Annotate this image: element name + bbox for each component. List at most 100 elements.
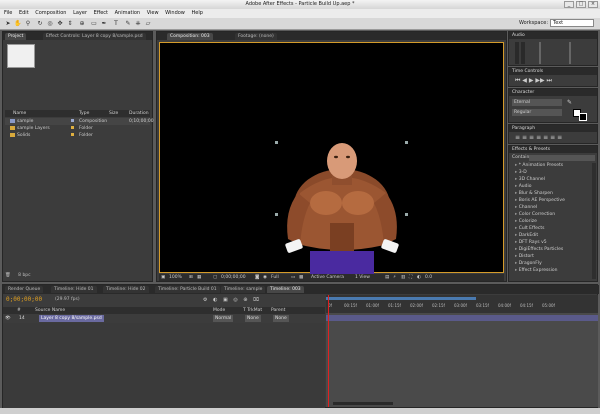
eyedropper-icon[interactable]: ✎ [567, 99, 572, 106]
eraser-tool-icon[interactable]: ▱ [144, 20, 152, 28]
list-item[interactable]: Solids Folder [5, 132, 150, 139]
region-of-interest-icon[interactable]: ▭ [291, 274, 295, 281]
menu-edit[interactable]: Edit [19, 10, 29, 16]
current-time-indicator[interactable] [328, 295, 329, 407]
eye-icon[interactable]: 👁 [5, 315, 11, 322]
reset-exposure-icon[interactable]: ◐ [417, 274, 421, 281]
hand-tool-icon[interactable]: ✋ [14, 20, 22, 28]
timeline-switch-icons[interactable]: ⚙ ◐ ▣ ◎ ⊕ ⌧ [203, 297, 261, 303]
timeline-icon[interactable]: ▥ [401, 274, 405, 281]
list-item[interactable]: 3-D [515, 170, 527, 176]
layer-name[interactable]: Layer 8 copy 8/sample.psd [39, 315, 104, 322]
list-item[interactable]: DigiEffects Particles [515, 247, 564, 253]
orbit-camera-icon[interactable]: ◎ [46, 20, 54, 28]
effects-search-input[interactable] [529, 155, 595, 161]
view-layout-select[interactable]: 1 View [355, 274, 370, 281]
camera-icon[interactable]: ◙ [255, 274, 259, 281]
selection-tool-icon[interactable]: ➤ [4, 20, 12, 28]
layer-handle[interactable] [275, 141, 278, 144]
list-item[interactable]: Effect Expression [515, 268, 558, 274]
stroke-color-swatch[interactable] [579, 113, 587, 121]
maximize-button[interactable]: □ [576, 1, 586, 8]
list-item[interactable]: DragonFly [515, 261, 542, 267]
menu-view[interactable]: View [147, 10, 159, 16]
current-time-display[interactable]: 0;00;00;00 [221, 274, 246, 281]
column-size[interactable]: Size [109, 110, 118, 117]
type-tool-icon[interactable]: T [112, 20, 120, 28]
always-preview-icon[interactable]: ▣ [161, 274, 165, 281]
tab-timeline-003[interactable]: Timeline: 003 [267, 286, 304, 293]
toggle-pixel-aspect-icon[interactable]: ▤ [385, 274, 389, 281]
work-area-bar[interactable] [326, 297, 476, 300]
exposure-value[interactable]: 0.0 [425, 274, 432, 281]
list-item[interactable]: 3D Channel [515, 177, 545, 183]
track-matte-select[interactable]: None [245, 315, 261, 322]
bit-depth-label[interactable]: 8 bpc [18, 273, 30, 278]
tab-timeline-hide-01[interactable]: Timeline: Hide 01 [51, 286, 97, 293]
blend-mode-select[interactable]: Normal [213, 315, 234, 322]
grid-icon[interactable]: ⊞ [189, 274, 193, 281]
tab-project[interactable]: Project [5, 33, 27, 40]
timeline-zoom-slider[interactable] [333, 402, 393, 405]
minimize-button[interactable]: _ [564, 1, 574, 8]
list-item[interactable]: Boris AE Perspective [515, 198, 565, 204]
column-duration[interactable]: Duration [129, 110, 149, 117]
tab-timeline-sample[interactable]: Timeline: sample [221, 286, 266, 293]
pen-tool-icon[interactable]: ✒ [100, 20, 108, 28]
close-button[interactable]: × [588, 1, 598, 8]
menu-composition[interactable]: Composition [35, 10, 66, 16]
column-parent[interactable]: Parent [271, 307, 285, 314]
column-mode[interactable]: Mode [213, 307, 225, 314]
list-item[interactable]: DFT Rays v5 [515, 240, 547, 246]
tab-effect-controls[interactable]: Effect Controls: Layer 8 copy 8/sample.p… [43, 33, 146, 40]
list-item[interactable]: Cult Effects [515, 226, 545, 232]
transparency-grid-icon[interactable]: ▩ [299, 274, 303, 281]
show-channel-icon[interactable]: ◉ [263, 274, 267, 281]
time-ruler[interactable]: 0f 00:15f 01:00f 01:15f 02:00f 02:15f 03… [326, 295, 598, 313]
clone-stamp-tool-icon[interactable]: ⎈ [134, 20, 142, 28]
menu-animation[interactable]: Animation [115, 10, 141, 16]
composition-canvas[interactable] [159, 42, 504, 274]
font-style-select[interactable]: Regular [512, 109, 562, 116]
track-xy-camera-icon[interactable]: ✥ [56, 20, 64, 28]
timeline-graph-area[interactable]: 0f 00:15f 01:00f 01:15f 02:00f 02:15f 03… [326, 295, 598, 407]
comp-flowchart-icon[interactable]: ⛶ [409, 274, 412, 281]
safe-area-icon[interactable]: ▦ [197, 274, 201, 281]
menu-effect[interactable]: Effect [94, 10, 108, 16]
tab-composition[interactable]: Composition: 003 [167, 33, 213, 40]
zoom-tool-icon[interactable]: ⚲ [24, 20, 32, 28]
menu-help[interactable]: Help [191, 10, 202, 16]
track-z-camera-icon[interactable]: ⇕ [66, 20, 74, 28]
parent-select[interactable]: None [273, 315, 289, 322]
workspace-select[interactable]: Text [550, 19, 594, 27]
tab-timeline-particle-build[interactable]: Timeline: Particle Build 01 [155, 286, 220, 293]
list-item[interactable]: * Animation Presets [515, 163, 563, 169]
layer-handle[interactable] [405, 213, 408, 216]
mask-tool-icon[interactable]: ▭ [90, 20, 98, 28]
layer-duration-bar[interactable] [326, 315, 598, 321]
time-controls-title[interactable]: Time Controls [509, 68, 597, 75]
table-row[interactable]: 👁 14 Layer 8 copy 8/sample.psd Normal No… [3, 315, 325, 322]
effects-presets-title[interactable]: Effects & Presets [509, 146, 597, 153]
timeline-current-time[interactable]: 0;00;00;00 [6, 296, 42, 303]
fast-previews-icon[interactable]: ⚡ [393, 274, 396, 281]
audio-panel-title[interactable]: Audio [509, 32, 597, 39]
font-family-select[interactable]: Eternal [512, 99, 562, 106]
brush-tool-icon[interactable]: ✎ [124, 20, 132, 28]
list-item[interactable]: sample Composition 0;10;00;00 [5, 118, 154, 125]
active-camera-select[interactable]: Active Camera [311, 274, 344, 281]
list-item[interactable]: Audio [515, 184, 532, 190]
trash-icon[interactable]: 🗑 [5, 273, 11, 278]
audio-level-slider[interactable] [539, 42, 541, 64]
effects-scrollbar[interactable] [592, 163, 596, 279]
tab-render-queue[interactable]: Render Queue [5, 286, 44, 293]
menu-window[interactable]: Window [165, 10, 185, 16]
rotate-tool-icon[interactable]: ↻ [36, 20, 44, 28]
tab-footage[interactable]: Footage: (none) [235, 33, 277, 40]
audio-level-slider[interactable] [569, 42, 571, 64]
resolution-select[interactable]: Full [271, 274, 279, 281]
playback-controls[interactable]: ⏮ ◀ ▶ ▶▶ ⏭ [515, 77, 552, 85]
menu-file[interactable]: File [4, 10, 12, 16]
list-item[interactable]: Blur & Sharpen [515, 191, 553, 197]
pan-behind-tool-icon[interactable]: ⊕ [78, 20, 86, 28]
